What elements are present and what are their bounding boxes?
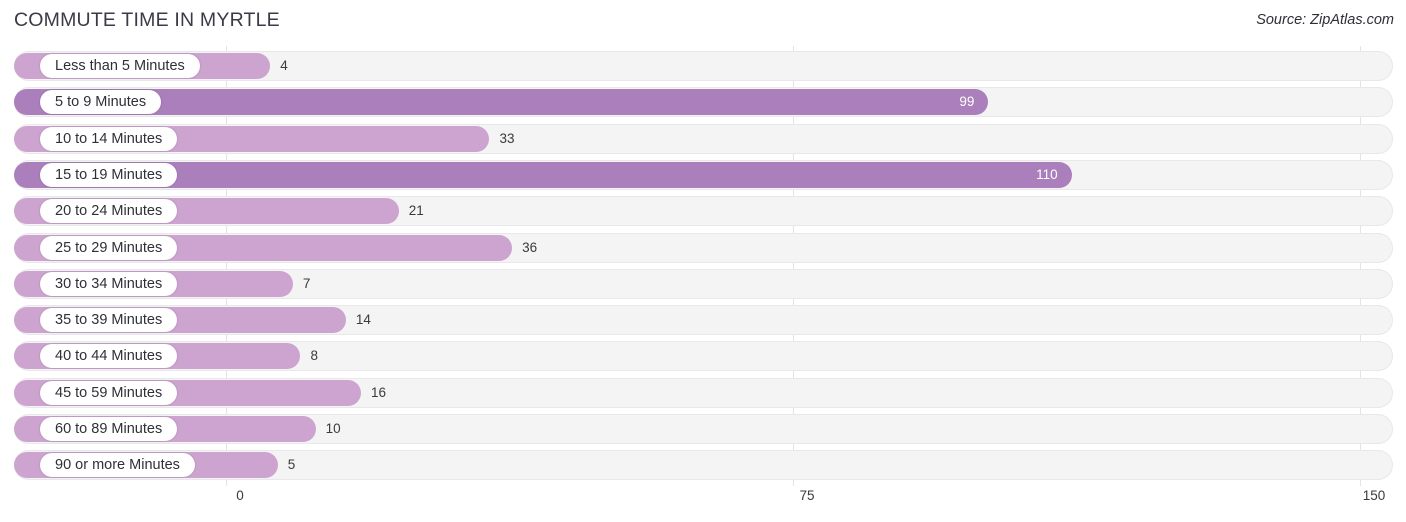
x-tick-label: 75 bbox=[799, 488, 815, 503]
table-row: 110 15 to 19 Minutes bbox=[14, 159, 1393, 190]
table-row: 7 30 to 34 Minutes bbox=[14, 268, 1393, 299]
category-label: 90 or more Minutes bbox=[40, 453, 195, 478]
bar-value-label: 4 bbox=[280, 58, 288, 73]
category-label: 45 to 59 Minutes bbox=[40, 380, 178, 405]
chart-header: COMMUTE TIME IN MYRTLE Source: ZipAtlas.… bbox=[0, 0, 1406, 45]
x-axis: 0 75 150 bbox=[0, 486, 1406, 522]
bar-value-label: 8 bbox=[310, 348, 318, 364]
category-label: 60 to 89 Minutes bbox=[40, 417, 178, 441]
bar-value-label: 36 bbox=[522, 239, 538, 255]
bar-value-label: 10 bbox=[325, 421, 341, 436]
table-row: 5 90 or more Minutes bbox=[14, 450, 1393, 481]
table-row: 21 20 to 24 Minutes bbox=[14, 196, 1393, 227]
category-label: 35 to 39 Minutes bbox=[40, 308, 178, 333]
table-row: 36 25 to 29 Minutes bbox=[14, 232, 1393, 263]
bar-value-label: 33 bbox=[499, 130, 515, 146]
table-row: 8 40 to 44 Minutes bbox=[14, 341, 1393, 372]
category-label: 40 to 44 Minutes bbox=[40, 344, 178, 369]
category-label: 20 to 24 Minutes bbox=[40, 199, 178, 224]
category-label: 5 to 9 Minutes bbox=[40, 90, 162, 115]
table-row: 10 60 to 89 Minutes bbox=[14, 414, 1393, 444]
bar-value-label: 7 bbox=[302, 275, 311, 291]
chart-plot-area: 4 Less than 5 Minutes 99 5 to 9 Minutes 33 10… bbox=[0, 46, 1406, 486]
page-title: COMMUTE TIME IN MYRTLE bbox=[14, 9, 280, 31]
bar-value-label: 5 bbox=[287, 457, 296, 473]
table-row: 99 5 to 9 Minutes bbox=[14, 87, 1393, 118]
category-label: 10 to 14 Minutes bbox=[40, 126, 178, 151]
table-row: 4 Less than 5 Minutes bbox=[14, 51, 1393, 81]
category-label: 25 to 29 Minutes bbox=[40, 235, 178, 260]
bar-value-label: 16 bbox=[370, 384, 386, 400]
x-tick-label: 150 bbox=[1362, 488, 1386, 503]
table-row: 14 35 to 39 Minutes bbox=[14, 305, 1393, 336]
bar-value-label: 14 bbox=[355, 312, 371, 328]
x-tick-label: 0 bbox=[236, 488, 244, 503]
table-row: 16 45 to 59 Minutes bbox=[14, 377, 1393, 408]
source-attribution: Source: ZipAtlas.com bbox=[1256, 12, 1394, 28]
table-row: 33 10 to 14 Minutes bbox=[14, 123, 1393, 154]
category-label: Less than 5 Minutes bbox=[40, 54, 200, 78]
bar-value-label: 21 bbox=[408, 203, 424, 219]
category-label: 30 to 34 Minutes bbox=[40, 271, 178, 296]
category-label: 15 to 19 Minutes bbox=[40, 162, 178, 187]
